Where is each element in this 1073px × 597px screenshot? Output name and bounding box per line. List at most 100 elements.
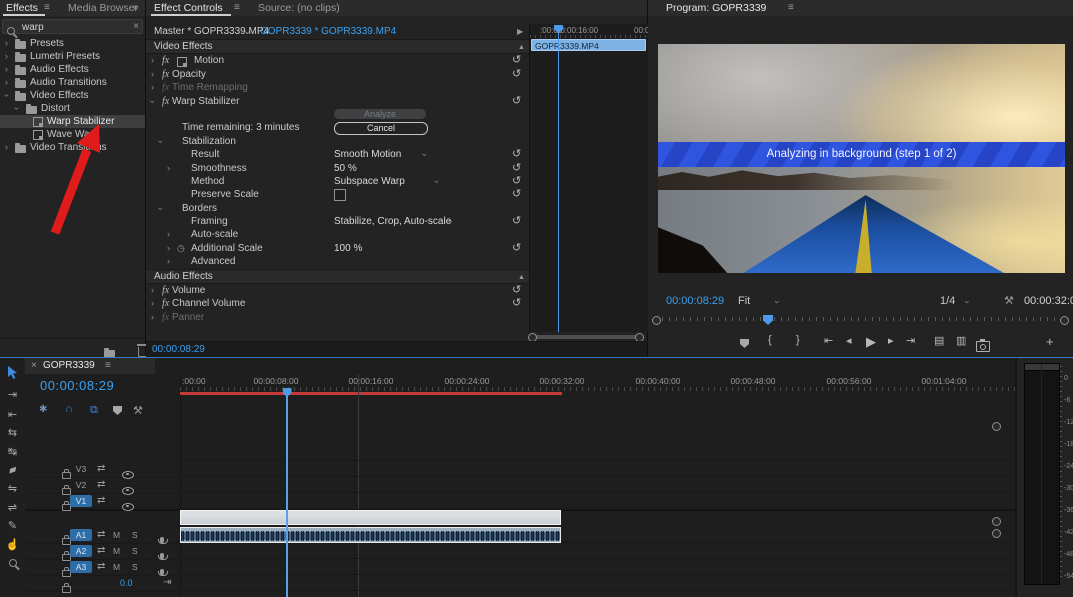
reset-icon[interactable]: ↺: [512, 68, 521, 81]
slide-tool[interactable]: ⇌: [0, 501, 25, 514]
close-icon[interactable]: ×: [31, 358, 37, 374]
clip-group-handle[interactable]: [992, 529, 1001, 538]
chevron-down-icon[interactable]: ›: [769, 301, 787, 304]
video-effects-header[interactable]: Video Effects ▲: [146, 39, 529, 55]
reset-icon[interactable]: ↺: [512, 162, 521, 175]
solo-button[interactable]: S: [132, 543, 138, 559]
go-to-out-icon[interactable]: ⇥: [906, 334, 915, 347]
panel-overflow-icon[interactable]: »: [133, 0, 139, 16]
reset-icon[interactable]: ↺: [512, 242, 521, 255]
reset-icon[interactable]: ↺: [512, 297, 521, 310]
play-icon[interactable]: ▶: [866, 334, 876, 350]
add-marker-icon[interactable]: [740, 339, 749, 348]
track-target-a2[interactable]: A2: [70, 545, 92, 557]
panel-menu-icon[interactable]: ≡: [788, 0, 794, 16]
track-target-v2[interactable]: V2: [70, 479, 92, 491]
video-clip-v1[interactable]: [180, 510, 561, 525]
show-timeline-icon[interactable]: ▶: [517, 24, 523, 39]
chevron-down-icon[interactable]: ›: [240, 31, 255, 34]
effect-row-time-remapping[interactable]: › fx Time Remapping: [146, 81, 529, 94]
chevron-right-icon[interactable]: ›: [151, 297, 154, 310]
chevron-down-icon[interactable]: ›: [154, 207, 167, 210]
scroll-handle[interactable]: [992, 422, 1001, 431]
go-to-in-icon[interactable]: ⇤: [824, 334, 833, 347]
search-input[interactable]: [20, 20, 124, 34]
chevron-down-icon[interactable]: ›: [146, 100, 159, 103]
add-marker-icon[interactable]: [113, 406, 122, 415]
lift-icon[interactable]: ▤: [934, 334, 944, 347]
program-title[interactable]: Program: GOPR3339: [666, 0, 766, 16]
tree-item-video-effects[interactable]: › Video Effects: [0, 89, 145, 102]
panel-menu-icon[interactable]: ≡: [234, 0, 240, 16]
track-header-v3[interactable]: V3 ⇄: [25, 461, 180, 480]
cancel-button[interactable]: Cancel: [334, 122, 428, 135]
effect-row-warp-stabilizer[interactable]: › fx Warp Stabilizer ↺: [146, 95, 529, 108]
framing-dropdown[interactable]: Stabilize, Crop, Auto-scale ›: [334, 215, 456, 228]
scrubber-right-handle[interactable]: [1060, 316, 1069, 325]
linked-selection-icon[interactable]: ⧉: [90, 404, 98, 417]
zoom-tool[interactable]: [0, 556, 25, 570]
master-gain-value[interactable]: 0.0: [120, 575, 133, 591]
tab-source[interactable]: Source: (no clips): [258, 0, 340, 16]
additional-scale-value[interactable]: 100 %: [334, 242, 362, 255]
sync-lock-icon[interactable]: ⇄: [97, 559, 105, 575]
extract-icon[interactable]: ▥: [956, 334, 966, 347]
voiceover-mic-icon[interactable]: [157, 552, 168, 560]
step-forward-icon[interactable]: ▸: [888, 334, 894, 347]
panel-menu-icon[interactable]: ≡: [105, 358, 111, 374]
chevron-down-icon[interactable]: ›: [959, 301, 977, 304]
chevron-right-icon[interactable]: ›: [151, 284, 154, 297]
chevron-right-icon[interactable]: ›: [5, 63, 8, 76]
effect-row-volume[interactable]: › fx Volume ↺: [146, 284, 529, 297]
result-dropdown[interactable]: Smooth Motion ›: [334, 148, 430, 161]
track-header-a2[interactable]: A2 ⇄ M S: [25, 543, 180, 562]
hand-tool[interactable]: ☝: [0, 538, 25, 551]
effect-row-motion[interactable]: › fx Motion ↺: [146, 54, 529, 68]
track-target-a1[interactable]: A1: [70, 529, 92, 541]
track-select-forward-tool[interactable]: ⇥: [0, 388, 25, 401]
preserve-scale-checkbox[interactable]: [334, 189, 346, 202]
chevron-right-icon[interactable]: ›: [5, 141, 8, 154]
ruler-ticks[interactable]: [180, 387, 1015, 391]
collapse-icon[interactable]: ▲: [518, 41, 525, 54]
mute-button[interactable]: M: [113, 559, 120, 575]
tree-item-warp-stabilizer[interactable]: Warp Stabilizer: [0, 115, 145, 128]
clip-group-handle[interactable]: [992, 517, 1001, 526]
reset-icon[interactable]: ↺: [512, 148, 521, 161]
chevron-down-icon[interactable]: ›: [0, 94, 13, 97]
master-end-icon[interactable]: ⇥: [163, 575, 171, 591]
tree-item-audio-transitions[interactable]: › Audio Transitions: [0, 76, 145, 89]
chevron-right-icon[interactable]: ›: [151, 68, 154, 81]
track-header-a1[interactable]: A1 ⇄ M S: [25, 527, 180, 546]
lock-icon[interactable]: [62, 583, 71, 594]
sequence-clip-label[interactable]: GOPR3339 * GOPR3339.MP4: [260, 24, 396, 39]
tree-item-wave-warp[interactable]: Wave Warp: [0, 128, 145, 141]
slip-tool[interactable]: ⇋: [0, 482, 25, 495]
reset-icon[interactable]: ↺: [512, 95, 521, 108]
step-back-icon[interactable]: ◂: [846, 334, 852, 347]
mute-button[interactable]: M: [113, 527, 120, 543]
sync-lock-icon[interactable]: ⇄: [97, 461, 105, 477]
reset-icon[interactable]: ↺: [512, 284, 521, 297]
horizontal-scrollbar[interactable]: [532, 335, 638, 339]
tab-media-browser[interactable]: Media Browser: [68, 0, 138, 16]
effect-row-channel-volume[interactable]: › fx Channel Volume ↺: [146, 297, 529, 310]
stopwatch-icon[interactable]: ◷: [177, 242, 185, 255]
program-video-frame[interactable]: Analyzing in background (step 1 of 2): [658, 44, 1065, 273]
tree-item-distort[interactable]: › Distort: [0, 102, 145, 115]
button-editor-plus-icon[interactable]: +: [1046, 334, 1054, 349]
reset-icon[interactable]: ↺: [512, 188, 521, 201]
analyze-button[interactable]: Analyze: [334, 108, 426, 120]
tree-item-audio-effects[interactable]: › Audio Effects: [0, 63, 145, 76]
track-header-master[interactable]: 0.0 ⇥: [25, 575, 180, 594]
export-frame-icon[interactable]: [976, 339, 990, 352]
mark-out-icon[interactable]: }: [796, 334, 800, 346]
chevron-right-icon[interactable]: ›: [167, 228, 170, 241]
timeline-tab[interactable]: × GOPR3339 ≡: [25, 358, 155, 374]
stabilization-group-row[interactable]: › Stabilization: [146, 135, 529, 148]
smoothness-value[interactable]: 50 %: [334, 162, 357, 175]
program-playhead-marker[interactable]: [763, 315, 773, 325]
chevron-down-icon[interactable]: ›: [154, 140, 167, 143]
scrubber-left-handle[interactable]: [652, 316, 661, 325]
collapse-icon[interactable]: ▲: [518, 271, 525, 284]
